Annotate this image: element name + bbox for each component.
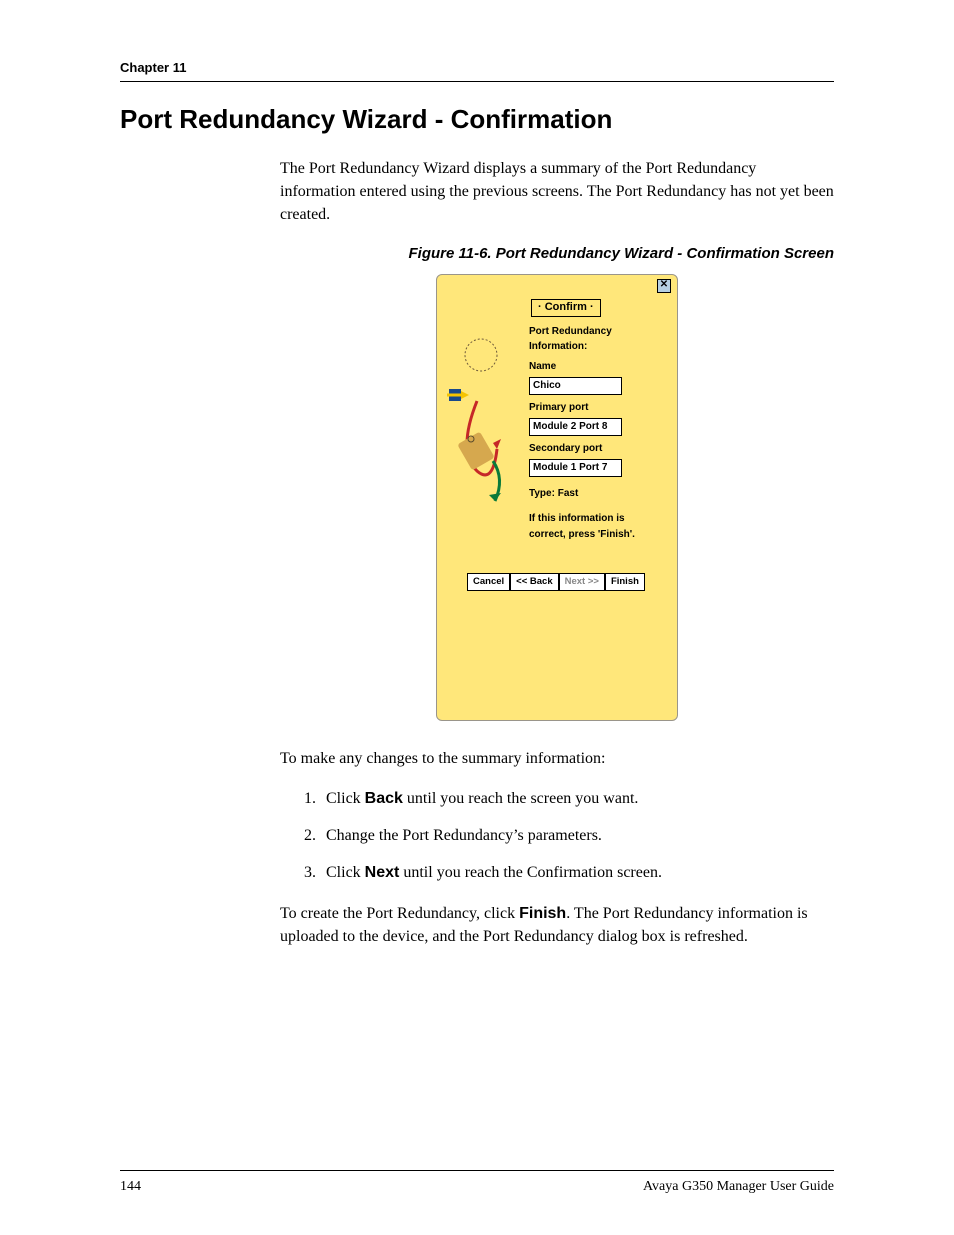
intro-paragraph: The Port Redundancy Wizard displays a su… (280, 157, 834, 227)
close-icon[interactable]: ✕ (657, 279, 671, 293)
header-rule (120, 81, 834, 82)
name-field[interactable]: Chico (529, 377, 622, 396)
footer-rule (120, 1170, 834, 1171)
chapter-label: Chapter 11 (120, 60, 834, 75)
primary-port-label: Primary port (529, 401, 667, 416)
step-2: Change the Port Redundancy’s parameters. (320, 824, 834, 847)
type-line: Type: Fast (529, 487, 667, 502)
wizard-info-heading: Port Redundancy Information: (529, 325, 667, 354)
finish-strong: Finish (519, 905, 566, 922)
steps-list: Click Back until you reach the screen yo… (280, 787, 834, 885)
hint-line-1: If this information is (529, 512, 667, 527)
next-button: Next >> (559, 573, 605, 591)
name-label: Name (529, 360, 667, 375)
page-number: 144 (120, 1179, 141, 1195)
wizard-step-label: · Confirm · (531, 299, 601, 317)
cancel-button[interactable]: Cancel (467, 573, 510, 591)
wizard-dialog: ✕ · Confirm · Port Redundancy Informatio… (436, 274, 678, 721)
back-strong: Back (365, 790, 403, 807)
secondary-port-label: Secondary port (529, 442, 667, 457)
secondary-port-field[interactable]: Module 1 Port 7 (529, 459, 622, 478)
finish-button[interactable]: Finish (605, 573, 645, 591)
figure-caption: Figure 11-6. Port Redundancy Wizard - Co… (280, 243, 834, 265)
next-strong: Next (365, 864, 400, 881)
guide-title: Avaya G350 Manager User Guide (643, 1179, 834, 1195)
page-title: Port Redundancy Wizard - Confirmation (120, 104, 834, 135)
back-button[interactable]: << Back (510, 573, 558, 591)
primary-port-field[interactable]: Module 2 Port 8 (529, 418, 622, 437)
create-paragraph: To create the Port Redundancy, click Fin… (280, 902, 834, 948)
hint-line-2: correct, press 'Finish'. (529, 528, 667, 543)
step-1: Click Back until you reach the screen yo… (320, 787, 834, 810)
wizard-illustration (447, 331, 515, 511)
changes-paragraph: To make any changes to the summary infor… (280, 747, 834, 770)
step-3: Click Next until you reach the Confirmat… (320, 861, 834, 884)
